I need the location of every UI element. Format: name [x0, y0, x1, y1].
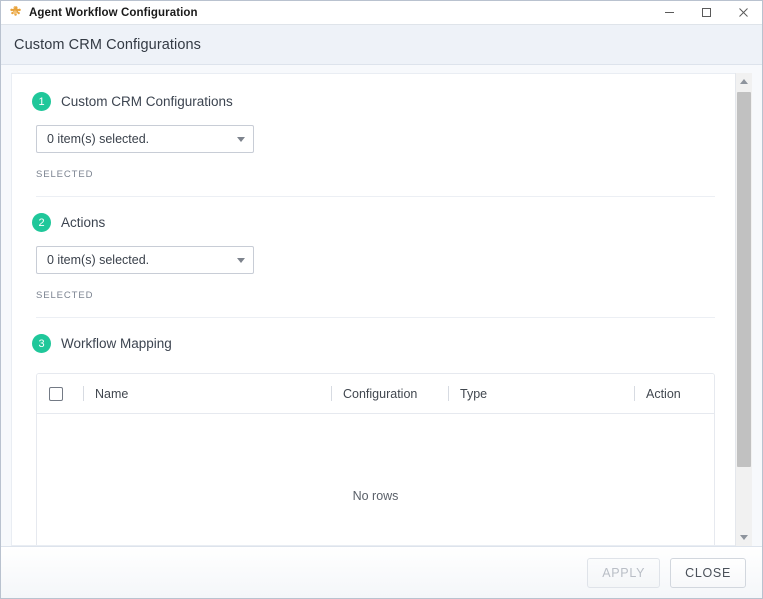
section-custom-crm-configurations: 1 Custom CRM Configurations 0 item(s) se…: [24, 86, 719, 207]
titlebar: Agent Workflow Configuration: [1, 1, 762, 25]
footer-actions: APPLY CLOSE: [1, 546, 762, 598]
app-window: Agent Workflow Configuration Custom CRM …: [0, 0, 763, 599]
column-header-type[interactable]: Type: [448, 374, 634, 413]
section-actions: 2 Actions 0 item(s) selected. SELECTED: [24, 207, 719, 328]
step-badge-3: 3: [32, 334, 51, 353]
step-badge-2: 2: [32, 213, 51, 232]
selected-label-1: SELECTED: [24, 153, 719, 180]
page-title: Custom CRM Configurations: [14, 37, 201, 53]
column-header-label: Configuration: [343, 387, 417, 401]
column-separator: [83, 386, 84, 401]
scroll-up-icon[interactable]: [736, 73, 752, 90]
close-button[interactable]: [725, 1, 762, 24]
column-header-name[interactable]: Name: [83, 374, 331, 413]
app-puzzle-icon: [7, 5, 23, 21]
step-badge-1: 1: [32, 92, 51, 111]
window-title: Agent Workflow Configuration: [29, 7, 198, 19]
maximize-button[interactable]: [688, 1, 725, 24]
select-value: 0 item(s) selected.: [47, 132, 237, 146]
select-all-checkbox[interactable]: [49, 387, 63, 401]
section-header: 2 Actions: [24, 207, 719, 246]
scrollbar-thumb[interactable]: [737, 92, 751, 467]
column-separator: [634, 386, 635, 401]
page-header: Custom CRM Configurations: [1, 25, 762, 65]
table-header-row: Name Configuration Type: [37, 374, 714, 414]
column-header-label: Name: [95, 387, 128, 401]
minimize-button[interactable]: [651, 1, 688, 24]
empty-state-message: No rows: [353, 489, 399, 503]
vertical-scrollbar[interactable]: [735, 73, 752, 546]
column-separator: [331, 386, 332, 401]
column-separator: [448, 386, 449, 401]
column-header-label: Action: [646, 387, 681, 401]
select-value: 0 item(s) selected.: [47, 253, 237, 267]
chevron-down-icon: [237, 258, 245, 263]
close-dialog-button[interactable]: CLOSE: [670, 558, 746, 588]
content-area: 1 Custom CRM Configurations 0 item(s) se…: [1, 65, 762, 546]
scroll-content: 1 Custom CRM Configurations 0 item(s) se…: [12, 74, 735, 546]
section-divider: [36, 317, 715, 318]
workflow-mapping-table: Name Configuration Type: [36, 373, 715, 546]
triangle-down: [740, 535, 748, 540]
section-header: 1 Custom CRM Configurations: [24, 86, 719, 125]
select-all-cell: [49, 374, 83, 413]
scroll-pane: 1 Custom CRM Configurations 0 item(s) se…: [11, 73, 735, 546]
column-header-configuration[interactable]: Configuration: [331, 374, 448, 413]
triangle-up: [740, 79, 748, 84]
column-header-action[interactable]: Action: [634, 374, 714, 413]
section-title-2: Actions: [61, 215, 105, 230]
selected-label-2: SELECTED: [24, 274, 719, 301]
chevron-down-icon: [237, 137, 245, 142]
apply-button[interactable]: APPLY: [587, 558, 660, 588]
section-divider: [36, 196, 715, 197]
field-row: 0 item(s) selected.: [24, 246, 719, 274]
actions-select[interactable]: 0 item(s) selected.: [36, 246, 254, 274]
section-title-1: Custom CRM Configurations: [61, 94, 233, 109]
section-header: 3 Workflow Mapping: [24, 328, 719, 367]
field-row: 0 item(s) selected.: [24, 125, 719, 153]
window-controls: [651, 1, 762, 24]
section-workflow-mapping: 3 Workflow Mapping Name: [24, 328, 719, 546]
table-body: No rows: [37, 414, 714, 546]
scroll-down-icon[interactable]: [736, 529, 752, 546]
section-title-3: Workflow Mapping: [61, 336, 172, 351]
custom-crm-configurations-select[interactable]: 0 item(s) selected.: [36, 125, 254, 153]
column-header-label: Type: [460, 387, 487, 401]
